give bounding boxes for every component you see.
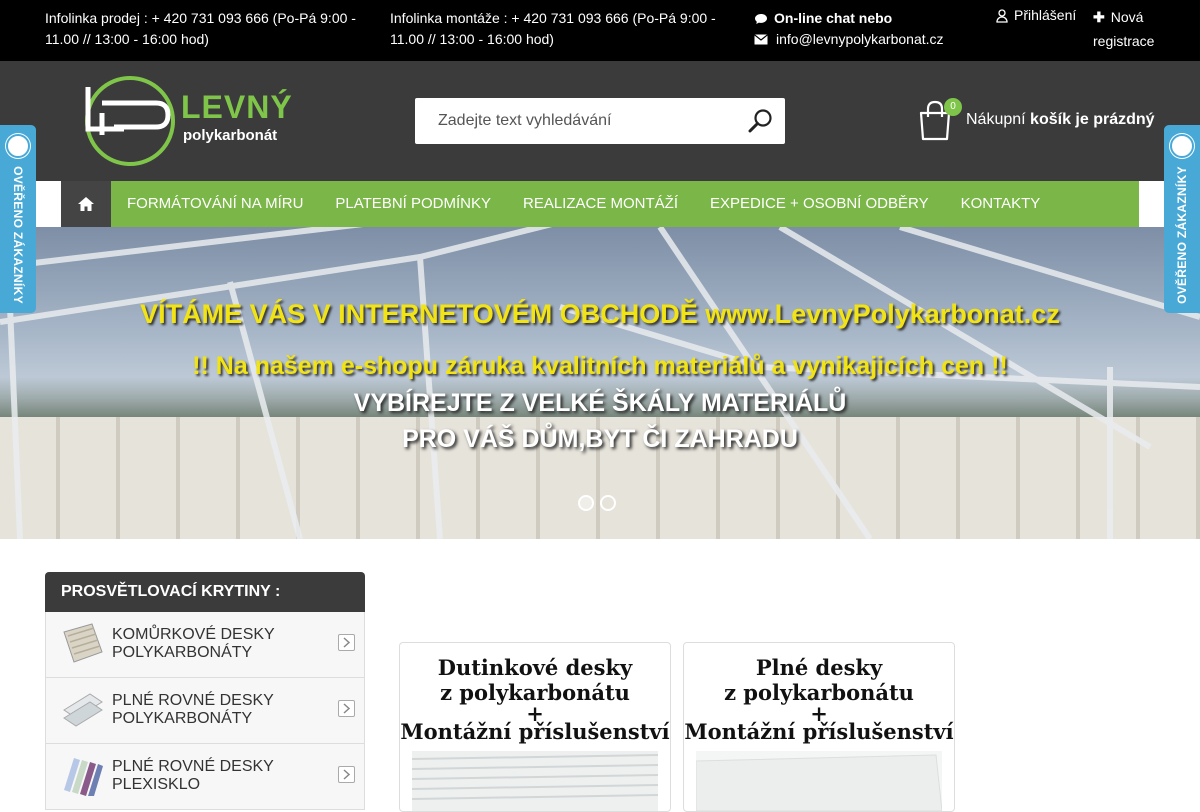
nav-item-expedice[interactable]: EXPEDICE + OSOBNÍ ODBĚRY xyxy=(694,181,945,227)
home-icon xyxy=(78,197,94,211)
logo-mark-icon xyxy=(85,76,175,166)
login-link[interactable]: Přihlášení xyxy=(996,5,1076,26)
solid-sheet-thumbnail xyxy=(63,693,103,727)
slider-dots xyxy=(578,495,616,511)
chevron-right-icon xyxy=(338,634,355,651)
envelope-icon xyxy=(754,34,768,45)
category-label: PLNÉ ROVNÉ DESKY POLYKARBONÁTY xyxy=(112,692,274,727)
category-item-plexisklo[interactable]: PLNÉ ROVNÉ DESKY PLEXISKLO xyxy=(45,744,365,810)
category-label: PLNÉ ROVNÉ DESKY PLEXISKLO xyxy=(112,758,274,793)
nav-item-kontakty[interactable]: KONTAKTY xyxy=(945,181,1057,227)
hero-welcome-line: VÍTÁME VÁS V INTERNETOVÉM OBCHODĚ www.Le… xyxy=(140,299,1060,329)
cart-prefix: Nákupní xyxy=(966,111,1026,128)
register-link[interactable]: ✚ Nová registrace xyxy=(1093,5,1173,53)
category-heading: PROSVĚTLOVACÍ KRYTINY : xyxy=(45,572,365,612)
verified-label: OVĚŘENO ZÁKAZNÍKY xyxy=(11,166,25,304)
logo-word-polykarbonat: polykarbonát xyxy=(183,127,278,144)
sales-hotline: Infolinka prodej : + 420 731 093 666 (Po… xyxy=(45,10,356,47)
hero-home-line: PRO VÁŠ DŮM,BYT ČI ZAHRADU xyxy=(402,425,798,453)
hero-slider[interactable]: VÍTÁME VÁS V INTERNETOVÉM OBCHODĚ www.Le… xyxy=(0,227,1200,539)
search-icon xyxy=(748,109,772,133)
multiwall-sheet-image xyxy=(412,751,658,811)
logo-word-levny: LEVNÝ xyxy=(181,89,293,125)
chat-label: On-line chat nebo xyxy=(774,10,893,26)
verified-seal-icon xyxy=(6,134,30,158)
email-address: info@levnypolykarbonat.cz xyxy=(776,31,944,47)
installation-hotline: Infolinka montáže : + 420 731 093 666 (P… xyxy=(390,10,716,47)
top-info-bar: Infolinka prodej : + 420 731 093 666 (Po… xyxy=(0,0,1200,61)
verified-seal-icon xyxy=(1170,134,1194,158)
card-title-line: Dutinkové desky xyxy=(437,655,633,680)
card-title-line: Montážní příslušenství xyxy=(400,719,670,744)
login-label: Přihlášení xyxy=(1014,7,1077,23)
hero-guarantee-line: !! Na našem e-shopu záruka kvalitních ma… xyxy=(192,352,1008,380)
plexiglass-sheet-thumbnail xyxy=(64,758,103,796)
chevron-right-icon xyxy=(338,766,355,783)
slider-dot-1[interactable] xyxy=(578,495,594,511)
shopping-cart[interactable]: 0 Nákupní košík je prázdný xyxy=(918,98,1155,141)
user-icon xyxy=(996,8,1008,23)
card-title-line: Plné desky xyxy=(755,655,883,680)
home-button[interactable] xyxy=(61,181,111,227)
product-card-plne-desky[interactable]: Plné desky z polykarbonátu + Montážní př… xyxy=(683,642,955,812)
cart-label: Nákupní košík je prázdný xyxy=(966,111,1155,129)
category-sidebar: PROSVĚTLOVACÍ KRYTINY : KOMŮRKOVÉ DESKY … xyxy=(45,572,365,810)
plus-icon: ✚ xyxy=(1093,9,1105,25)
category-item-plne-polykarbonaty[interactable]: PLNÉ ROVNÉ DESKY POLYKARBONÁTY xyxy=(45,678,365,744)
email-link[interactable]: info@levnypolykarbonat.cz xyxy=(754,29,944,50)
multiwall-sheet-thumbnail xyxy=(63,623,103,663)
category-item-komurkove[interactable]: KOMŮRKOVÉ DESKY POLYKARBONÁTY xyxy=(45,612,365,678)
main-navigation: FORMÁTOVÁNÍ NA MÍRU PLATEBNÍ PODMÍNKY RE… xyxy=(61,181,1139,227)
site-header: LEVNÝ polykarbonát 0 Nákupní košík je pr… xyxy=(0,61,1200,181)
cart-count-badge: 0 xyxy=(944,98,962,116)
verified-by-customers-badge-right[interactable]: OVĚŘENO ZÁKAZNÍKY xyxy=(1164,125,1200,313)
chevron-right-icon xyxy=(338,700,355,717)
nav-item-realizace-montazi[interactable]: REALIZACE MONTÁŽÍ xyxy=(507,181,694,227)
cart-status: košík je prázdný xyxy=(1030,111,1155,128)
slider-dot-2[interactable] xyxy=(600,495,616,511)
nav-item-platebni-podminky[interactable]: PLATEBNÍ PODMÍNKY xyxy=(319,181,507,227)
search-button[interactable] xyxy=(747,107,775,135)
chat-bubble-icon xyxy=(755,13,767,24)
contact-block: On-line chat nebo info@levnypolykarbonat… xyxy=(754,8,944,50)
chat-link[interactable]: On-line chat nebo xyxy=(754,8,944,29)
hero-choose-line: VYBÍREJTE Z VELKÉ ŠKÁLY MATERIÁLŮ xyxy=(353,389,847,417)
product-card-dutinkove-desky[interactable]: Dutinkové desky z polykarbonátu + Montáž… xyxy=(399,642,671,812)
hero-pergola-frame xyxy=(0,227,1200,539)
category-label: KOMŮRKOVÉ DESKY POLYKARBONÁTY xyxy=(112,626,275,661)
shopping-bag-icon: 0 xyxy=(918,98,962,141)
nav-item-formatovani[interactable]: FORMÁTOVÁNÍ NA MÍRU xyxy=(111,181,319,227)
search-box xyxy=(415,98,785,144)
card-title-line: Montážní příslušenství xyxy=(684,719,954,744)
search-input[interactable] xyxy=(415,98,735,144)
verified-by-customers-badge-left[interactable]: OVĚŘENO ZÁKAZNÍKY xyxy=(0,125,36,313)
solid-sheet-image xyxy=(696,751,942,811)
verified-label: OVĚŘENO ZÁKAZNÍKY xyxy=(1175,166,1189,304)
